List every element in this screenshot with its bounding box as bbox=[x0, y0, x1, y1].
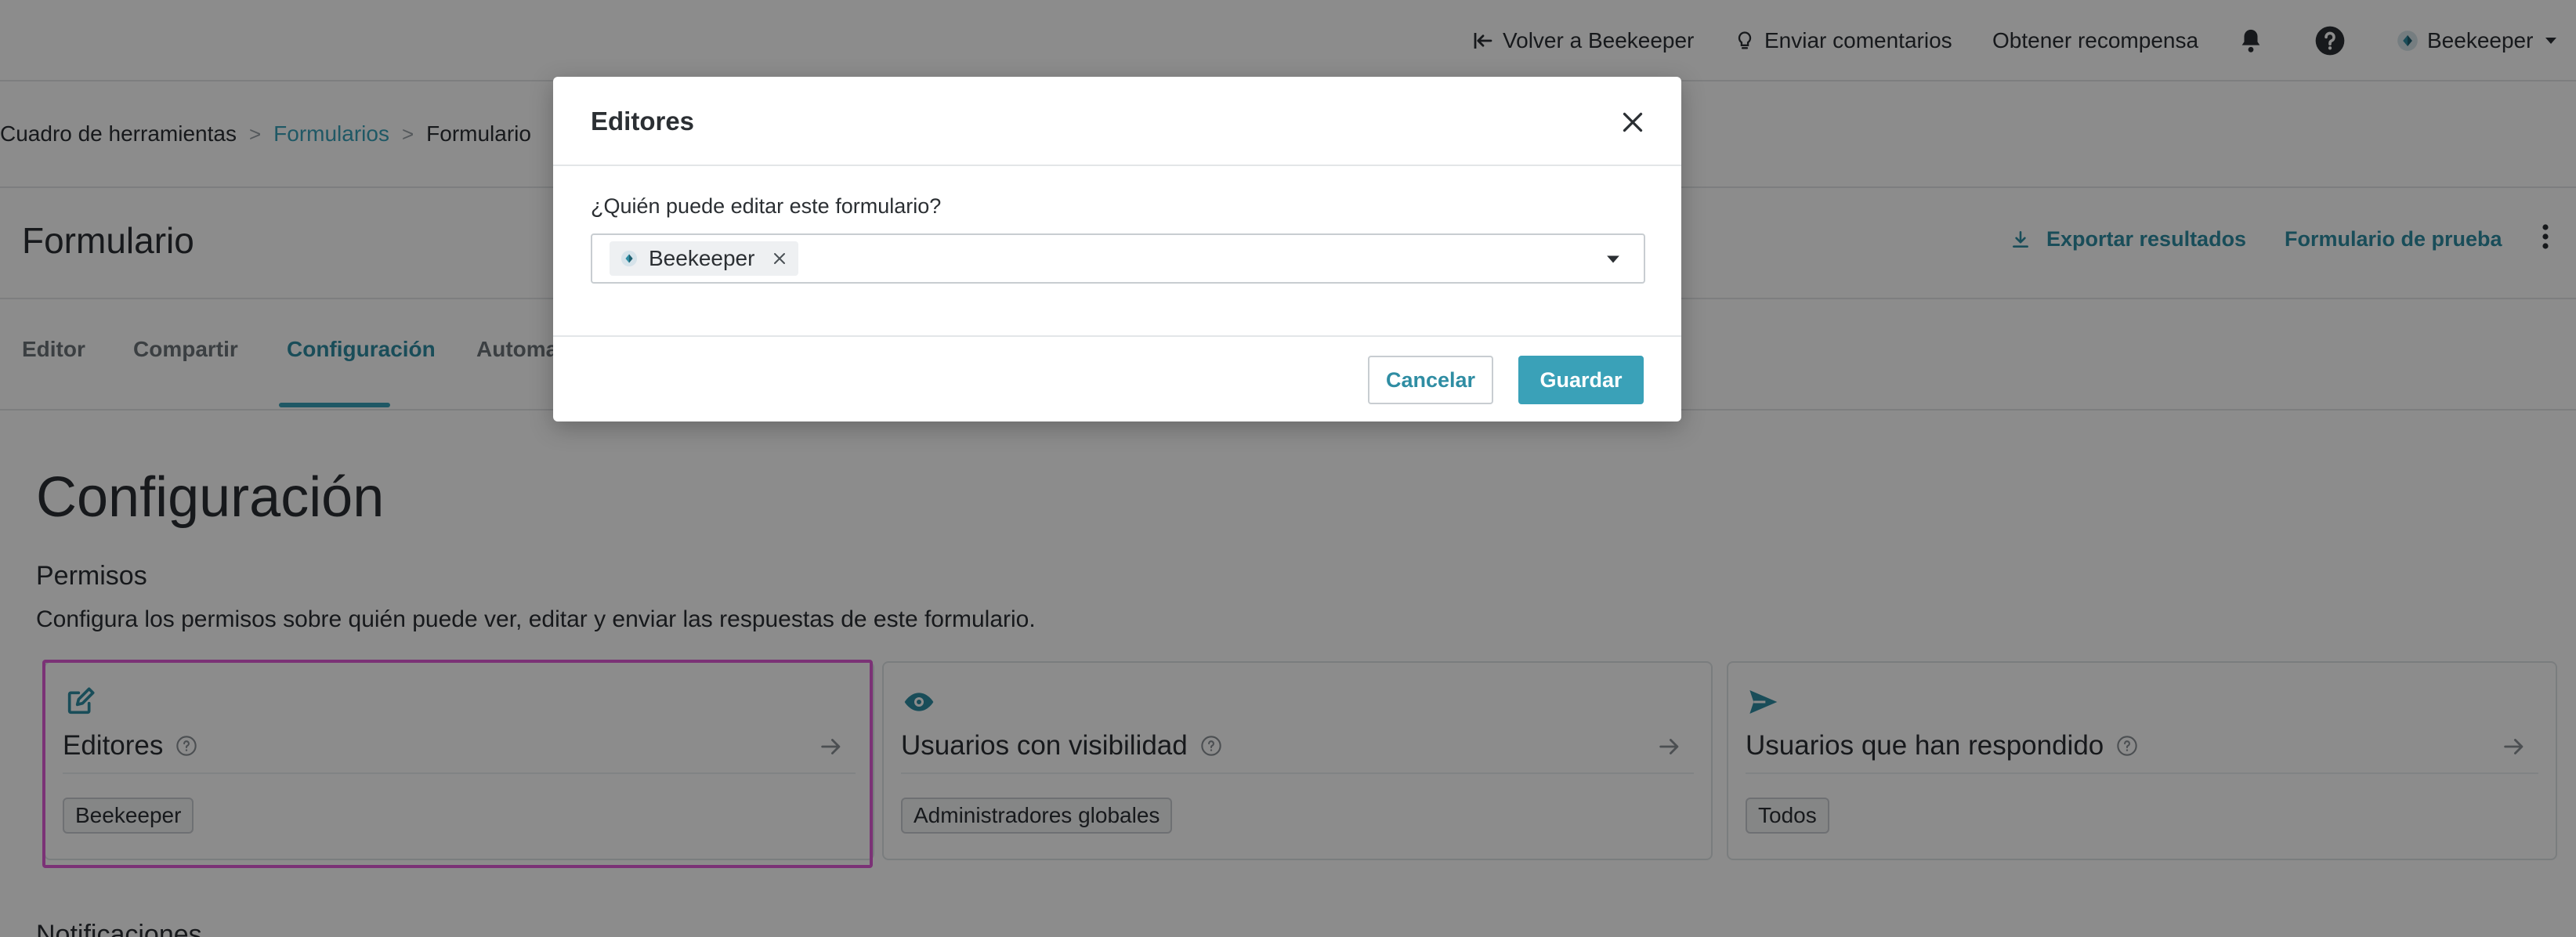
modal-title: Editores bbox=[591, 107, 695, 136]
caret-down-icon[interactable] bbox=[1606, 254, 1620, 265]
save-button[interactable]: Guardar bbox=[1518, 356, 1644, 404]
remove-chip-button[interactable] bbox=[770, 249, 789, 268]
close-icon bbox=[1623, 112, 1643, 132]
editors-modal: Editores ¿Quién puede editar este formul… bbox=[553, 77, 1681, 421]
selected-editor-chip: Beekeeper bbox=[610, 241, 799, 276]
modal-header: Editores bbox=[553, 77, 1681, 166]
editors-select-label: ¿Quién puede editar este formulario? bbox=[591, 194, 942, 218]
selected-editor-label: Beekeeper bbox=[649, 246, 755, 270]
modal-footer: Cancelar Guardar bbox=[553, 335, 1681, 421]
cancel-button[interactable]: Cancelar bbox=[1368, 356, 1493, 404]
editors-select[interactable]: Beekeeper bbox=[591, 233, 1645, 284]
close-button[interactable] bbox=[1619, 108, 1647, 136]
close-icon bbox=[774, 253, 786, 264]
beekeeper-avatar-icon bbox=[620, 250, 638, 267]
